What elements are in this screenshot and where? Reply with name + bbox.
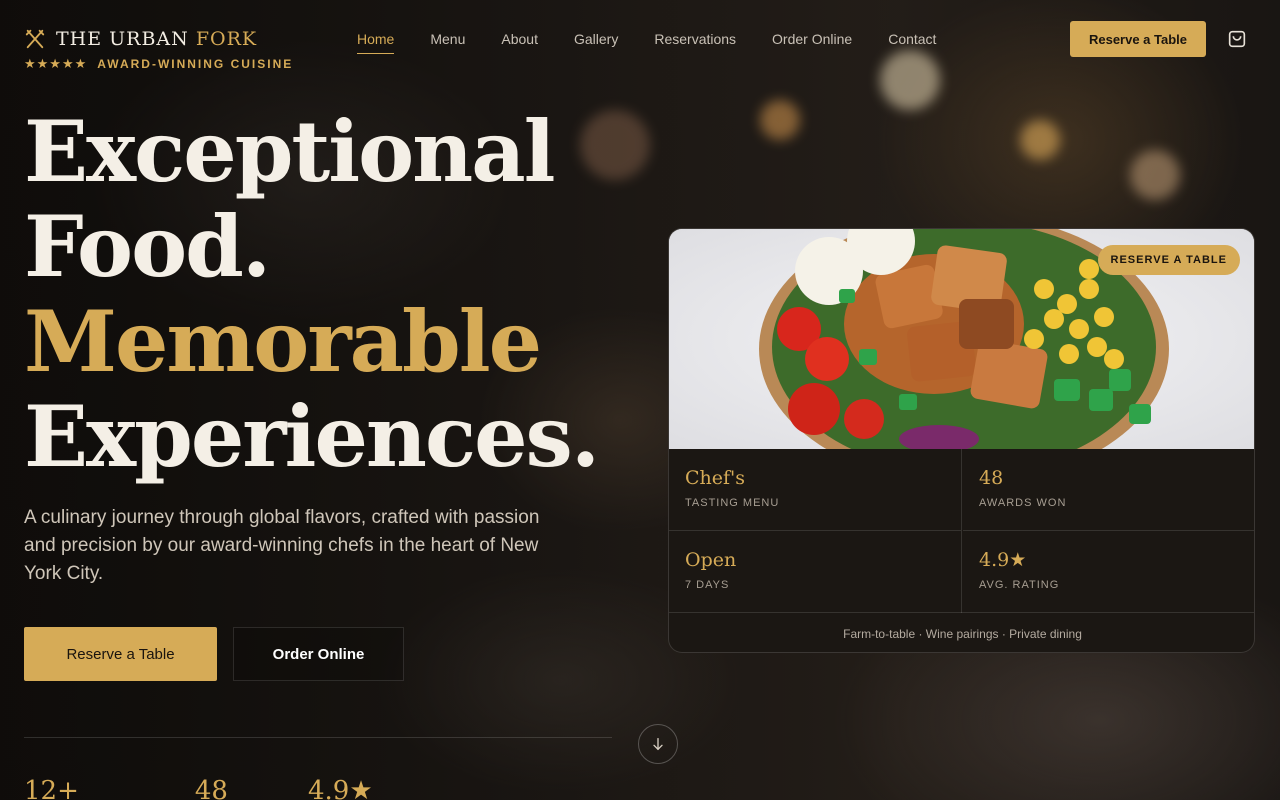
hero-title-line: Experiences. <box>24 387 600 486</box>
reserve-table-button[interactable]: Reserve a Table <box>24 627 217 681</box>
stat-cell-open: Open 7 DAYS <box>669 531 962 613</box>
feature-card: RESERVE A TABLE Chef's TASTING MENU 48 A… <box>668 228 1255 653</box>
dish-image: RESERVE A TABLE <box>669 229 1254 449</box>
nav-item-home[interactable]: Home <box>357 31 395 54</box>
stat-label: TASTING MENU <box>685 497 780 509</box>
nav-item-contact[interactable]: Contact <box>888 31 936 54</box>
stat-label: AWARDS WON <box>979 497 1067 509</box>
brand-logo[interactable]: THE URBAN FORK ★★★★★ AWARD-WINNING CUISI… <box>24 28 293 72</box>
nav-item-reservations[interactable]: Reservations <box>654 31 736 54</box>
brand-name-accent: FORK <box>195 28 258 50</box>
nav-item-menu[interactable]: Menu <box>430 31 465 54</box>
header-reserve-button[interactable]: Reserve a Table <box>1070 21 1206 57</box>
stat-value: 4.9★ <box>979 549 1027 571</box>
stat-label: AVG. RATING <box>979 579 1060 591</box>
main-nav: Home Menu About Gallery Reservations Ord… <box>357 31 936 54</box>
shopping-bag-icon[interactable] <box>1226 28 1248 50</box>
nav-item-order-online[interactable]: Order Online <box>772 31 852 54</box>
card-reserve-badge[interactable]: RESERVE A TABLE <box>1097 245 1240 275</box>
rating-stars: ★★★★★ <box>24 56 88 71</box>
hero-title: Exceptional Food. Memorable Experiences. <box>24 102 600 486</box>
scroll-down-button[interactable] <box>638 724 678 764</box>
hero-description: A culinary journey through global flavor… <box>24 507 540 584</box>
hero-title-highlight: Memorable <box>24 292 542 391</box>
bottom-stats: 12+ 48 4.9★ <box>24 776 373 800</box>
stat-cell-rating: 4.9★ AVG. RATING <box>963 531 1254 613</box>
order-online-button[interactable]: Order Online <box>233 627 404 681</box>
stat-awards: 48 <box>194 776 228 800</box>
site-header: THE URBAN FORK ★★★★★ AWARD-WINNING CUISI… <box>0 0 1280 80</box>
hero-title-line: Exceptional <box>24 102 556 201</box>
stat-cell-tasting-menu: Chef's TASTING MENU <box>669 449 962 531</box>
stat-cell-awards: 48 AWARDS WON <box>963 449 1254 531</box>
nav-item-gallery[interactable]: Gallery <box>574 31 618 54</box>
stat-value: Chef's <box>685 467 746 489</box>
divider <box>24 737 612 738</box>
stat-rating: 4.9★ <box>307 776 373 800</box>
stat-label: 7 DAYS <box>685 579 730 591</box>
hero-title-line: Food. <box>24 197 271 296</box>
stat-years: 12+ <box>24 776 79 800</box>
stat-value: Open <box>685 549 737 571</box>
bokeh-light <box>1020 120 1060 160</box>
bokeh-light <box>760 100 800 140</box>
bokeh-light <box>1130 150 1180 200</box>
fork-knife-icon <box>25 29 45 49</box>
stat-value: 48 <box>979 467 1004 489</box>
brand-name: THE URBAN FORK <box>56 28 257 50</box>
arrow-down-icon <box>653 738 663 751</box>
brand-tagline: AWARD-WINNING CUISINE <box>97 57 294 71</box>
brand-name-main: THE URBAN <box>56 28 196 50</box>
card-footer: Farm-to-table · Wine pairings · Private … <box>669 612 1254 652</box>
nav-item-about[interactable]: About <box>501 31 538 54</box>
